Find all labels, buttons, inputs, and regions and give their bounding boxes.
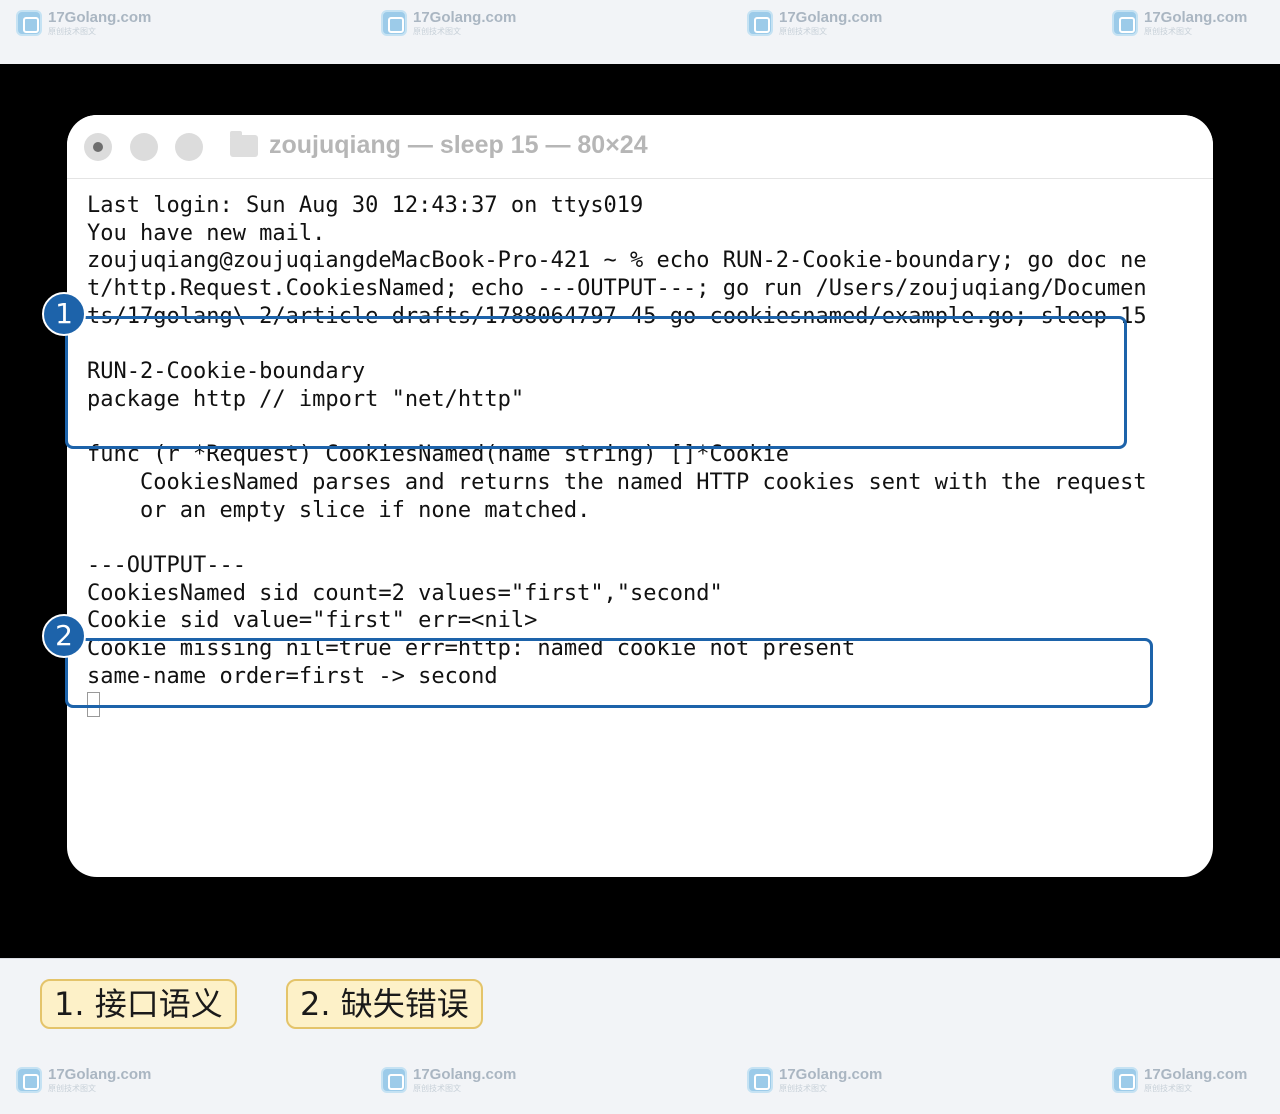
watermark-logo-icon: [1112, 10, 1138, 36]
watermark: 17Golang.com 原创技术图文: [381, 10, 516, 36]
watermark: 17Golang.com 原创技术图文: [16, 10, 151, 36]
watermark: 17Golang.com 原创技术图文: [16, 1067, 151, 1093]
watermark-row-top: 17Golang.com 原创技术图文 17Golang.com 原创技术图文 17…: [0, 10, 1280, 50]
terminal-line: CookiesNamed sid count=2 values="first",…: [87, 580, 723, 606]
terminal-line: Last login: Sun Aug 30 12:43:37 on ttys0…: [87, 193, 644, 218]
terminal-window: zoujuqiang — sleep 15 — 80×24 Last login…: [67, 115, 1213, 877]
watermark: 17Golang.com 原创技术图文: [747, 10, 882, 36]
zoom-button[interactable]: [175, 133, 203, 161]
title-bar[interactable]: zoujuqiang — sleep 15 — 80×24: [67, 115, 1213, 179]
legend-item-2: 2. 缺失错误: [286, 979, 483, 1029]
watermark: 17Golang.com 原创技术图文: [747, 1067, 882, 1093]
watermark: 17Golang.com 原创技术图文: [1112, 1067, 1247, 1093]
annotation-badge-1: 1: [42, 292, 86, 336]
minimize-button[interactable]: [130, 133, 158, 161]
terminal-line: ---OUTPUT---: [87, 552, 246, 578]
watermark-subtext: 原创技术图文: [1144, 1084, 1192, 1093]
terminal-line: You have new mail.: [87, 220, 326, 246]
watermark-logo-icon: [747, 10, 773, 36]
watermark-text: 17Golang.com: [1144, 9, 1248, 26]
close-button[interactable]: [84, 133, 112, 161]
watermark-logo-icon: [1112, 1067, 1138, 1093]
terminal-line: t/http.Request.CookiesNamed; echo ---OUT…: [87, 276, 1147, 302]
watermark-text: 17Golang.com: [48, 1066, 152, 1083]
folder-icon: [230, 131, 258, 157]
watermark-logo-icon: [381, 10, 407, 36]
watermark-logo-icon: [16, 1067, 42, 1093]
watermark-logo-icon: [16, 10, 42, 36]
legend-item-1: 1. 接口语义: [40, 979, 237, 1029]
top-watermark-band: 17Golang.com 原创技术图文 17Golang.com 原创技术图文 17…: [0, 0, 1280, 64]
highlight-box-interface-semantics: [65, 316, 1127, 449]
watermark-subtext: 原创技术图文: [48, 1084, 96, 1093]
watermark-logo-icon: [381, 1067, 407, 1093]
window-title: zoujuqiang — sleep 15 — 80×24: [269, 131, 648, 159]
terminal-line: or an empty slice if none matched.: [87, 497, 591, 523]
watermark: 17Golang.com 原创技术图文: [381, 1067, 516, 1093]
watermark-text: 17Golang.com: [413, 9, 517, 26]
watermark-subtext: 原创技术图文: [413, 27, 461, 36]
watermark-text: 17Golang.com: [413, 1066, 517, 1083]
highlight-box-missing-error: [65, 638, 1153, 708]
watermark-subtext: 原创技术图文: [779, 1084, 827, 1093]
watermark-subtext: 原创技术图文: [779, 27, 827, 36]
annotation-badge-2: 2: [42, 614, 86, 658]
watermark-text: 17Golang.com: [1144, 1066, 1248, 1083]
terminal-line: Cookie sid value="first" err=<nil>: [87, 608, 538, 634]
watermark-text: 17Golang.com: [779, 1066, 883, 1083]
watermark-subtext: 原创技术图文: [48, 27, 96, 36]
watermark-logo-icon: [747, 1067, 773, 1093]
watermark-row-bottom: 17Golang.com 原创技术图文 17Golang.com 原创技术图文 17…: [0, 1067, 1280, 1107]
terminal-line: CookiesNamed parses and returns the name…: [87, 469, 1147, 495]
watermark: 17Golang.com 原创技术图文: [1112, 10, 1247, 36]
watermark-text: 17Golang.com: [779, 9, 883, 26]
watermark-text: 17Golang.com: [48, 9, 152, 26]
watermark-subtext: 原创技术图文: [413, 1084, 461, 1093]
watermark-subtext: 原创技术图文: [1144, 27, 1192, 36]
terminal-line: zoujuqiang@zoujuqiangdeMacBook-Pro-421 ~…: [87, 248, 1147, 274]
